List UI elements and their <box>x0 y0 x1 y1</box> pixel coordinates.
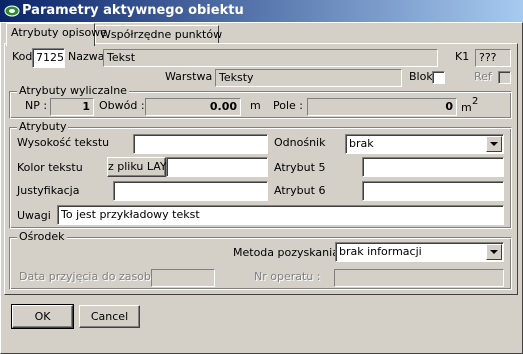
pole-unit: m <box>461 101 472 114</box>
justyfikacja-label: Justyfikacja <box>17 184 80 197</box>
z-pliku-lay-button[interactable]: z pliku LAY <box>107 157 167 177</box>
np-label: NP : <box>25 99 48 112</box>
metoda-label: Metoda pozyskania : <box>233 246 347 259</box>
atrybut6-field[interactable] <box>362 181 504 201</box>
odnosnik-dropdown-arrow-icon[interactable] <box>486 136 502 152</box>
window-title: Parametry aktywnego obiektu <box>22 3 244 18</box>
justyfikacja-field[interactable] <box>113 181 268 201</box>
k1-field: ??? <box>475 49 511 67</box>
nr-operatu-field <box>334 269 504 287</box>
app-icon <box>4 5 20 17</box>
uwagi-field[interactable]: To jest przykładowy tekst <box>57 205 504 225</box>
k1-label: K1 <box>455 50 470 63</box>
warstwa-label: Warstwa : <box>165 70 220 83</box>
kolor-label: Kolor tekstu <box>17 161 83 174</box>
nazwa-field: Tekst <box>103 49 438 67</box>
pole-field: 0 <box>307 98 457 116</box>
odnosnik-selected-value: brak <box>349 137 374 150</box>
metoda-dropdown-arrow-icon[interactable] <box>486 244 502 260</box>
blok-checkbox[interactable] <box>432 71 445 84</box>
ref-checkbox <box>498 71 511 84</box>
nr-operatu-label: Nr operatu : <box>254 270 321 283</box>
tab-wspolrzedne-punktow[interactable]: Współrzędne punktów <box>95 25 223 45</box>
atrybut6-label: Atrybut 6 <box>274 184 326 197</box>
ref-label: Ref <box>474 70 492 83</box>
obwod-label: Obwód : <box>99 99 145 112</box>
wysokosc-field[interactable] <box>133 134 268 154</box>
warstwa-field: Teksty <box>215 69 402 87</box>
atrybut5-field[interactable] <box>362 157 504 177</box>
tab-label: Atrybuty opisowe <box>11 26 107 39</box>
osrodek-title: Ośrodek <box>17 230 67 243</box>
computed-attributes-title: Atrybuty wyliczalne <box>17 84 129 97</box>
metoda-selected-value: brak informacji <box>339 245 422 258</box>
nazwa-label: Nazwa <box>68 50 105 63</box>
ok-button[interactable]: OK <box>11 304 74 329</box>
odnosnik-select[interactable]: brak <box>345 134 504 154</box>
attributes-title: Atrybuty <box>17 120 69 133</box>
kod-label: Kod <box>12 50 33 63</box>
odnosnik-label: Odnośnik <box>274 136 326 149</box>
tab-label: Współrzędne punktów <box>100 28 223 41</box>
atrybut5-label: Atrybut 5 <box>274 161 326 174</box>
wysokosc-label: Wysokość tekstu <box>17 136 110 149</box>
kolor-field[interactable] <box>166 157 268 177</box>
data-przyjecia-field <box>151 269 215 287</box>
uwagi-label: Uwagi <box>17 209 51 222</box>
blok-label: Blok <box>409 70 433 83</box>
tab-atrybuty-opisowe[interactable]: Atrybuty opisowe <box>6 23 107 46</box>
kod-field[interactable]: 7125 <box>32 48 65 68</box>
pole-unit-exponent: 2 <box>472 96 479 107</box>
np-field: 1 <box>50 98 94 116</box>
metoda-select[interactable]: brak informacji <box>335 242 504 262</box>
pole-label: Pole : <box>273 99 303 112</box>
obwod-unit: m <box>250 99 261 112</box>
obwod-field: 0.00 <box>145 98 241 116</box>
data-przyjecia-label: Data przyjęcia do zasobu : <box>19 270 166 283</box>
title-bar[interactable]: Parametry aktywnego obiektu <box>0 0 523 22</box>
cancel-button[interactable]: Cancel <box>79 305 140 328</box>
